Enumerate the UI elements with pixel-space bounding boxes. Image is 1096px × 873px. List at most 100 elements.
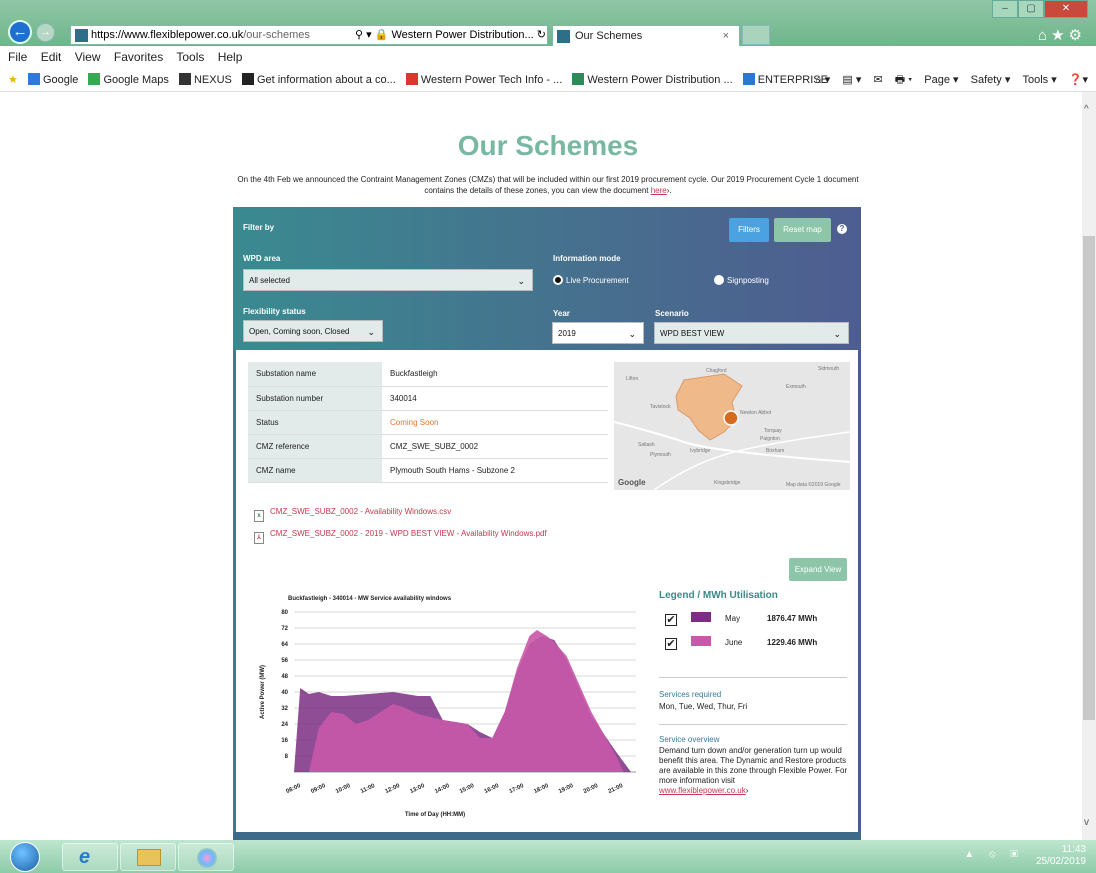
home-icon[interactable]: ⌂ ▾	[815, 74, 830, 86]
service-overview-label: Service overview	[659, 735, 720, 744]
menu-edit[interactable]: Edit	[41, 50, 62, 64]
legend-item-june: ✔ June 1229.46 MWh	[665, 636, 818, 650]
favorite-google-maps[interactable]: Google Maps	[88, 68, 169, 92]
page-scrollbar[interactable]: ^ v	[1082, 92, 1096, 840]
zone-map[interactable]: Lifton Chagford Sidmouth Exmouth Tavisto…	[614, 362, 850, 490]
map-label: Sidmouth	[818, 366, 840, 372]
tab-our-schemes[interactable]: Our Schemes ×	[552, 25, 740, 46]
clock[interactable]: 11:43 25/02/2019	[1036, 844, 1086, 868]
maximize-button[interactable]: ▢	[1018, 0, 1044, 18]
internet-explorer-icon: e	[79, 846, 91, 868]
mail-icon[interactable]: ✉	[873, 74, 882, 86]
home-favorites-settings-icons[interactable]: ⌂★⚙	[1038, 26, 1086, 44]
address-bar[interactable]: https://www.flexiblepower.co.uk/our-sche…	[70, 25, 548, 45]
page-title: Our Schemes	[457, 130, 639, 161]
feeds-icon[interactable]: ▤ ▾	[842, 74, 861, 86]
help-icon[interactable]: ?	[837, 224, 847, 234]
legend-swatch	[691, 636, 711, 646]
substation-details-table: Substation name Buckfastleigh Substation …	[248, 362, 608, 483]
csv-download-link[interactable]: x CMZ_SWE_SUBZ_0002 - Availability Window…	[254, 505, 451, 522]
filters-button[interactable]: Filters	[729, 218, 769, 242]
radio-signposting[interactable]: Signposting	[714, 275, 769, 287]
help-icon[interactable]: ❓▾	[1069, 74, 1088, 86]
start-button[interactable]	[10, 842, 40, 872]
security-label[interactable]: 🔒 Western Power Distribution...	[375, 29, 534, 41]
radio-live-procurement[interactable]: Live Procurement	[553, 275, 629, 287]
reset-map-button[interactable]: Reset map	[774, 218, 831, 242]
scheme-details-panel: Substation name Buckfastleigh Substation …	[233, 350, 861, 840]
explorer-taskbar-icon[interactable]	[120, 843, 176, 871]
menu-favorites[interactable]: Favorites	[114, 50, 163, 64]
search-icon[interactable]: ⚲ ▾	[355, 29, 372, 41]
chevron-down-icon: ⌄	[517, 276, 525, 286]
checkbox-june[interactable]: ✔	[665, 638, 677, 650]
window-controls: – ▢ ✕	[992, 0, 1088, 18]
y-tick-label: 40	[281, 690, 288, 696]
table-row: Substation name Buckfastleigh	[248, 362, 608, 387]
flexibility-status-label: Flexibility status	[243, 307, 306, 316]
y-tick-label: 64	[281, 642, 288, 648]
menu-bar: File Edit View Favorites Tools Help	[0, 46, 1096, 68]
legend-item-may: ✔ May 1876.47 MWh	[665, 612, 818, 626]
map-attribution: Map data ©2019 Google	[786, 482, 841, 488]
x-tick-label: 20:00	[583, 783, 600, 795]
safety-menu[interactable]: Safety ▾	[971, 74, 1011, 86]
scroll-up-icon[interactable]: ^	[1084, 104, 1089, 115]
print-icon[interactable]: 🖶 ▾	[895, 74, 913, 86]
map-pin-icon[interactable]	[723, 410, 739, 426]
year-select[interactable]: 2019 ⌄	[552, 322, 644, 344]
expand-view-button[interactable]: Expand View	[789, 558, 847, 581]
menu-file[interactable]: File	[8, 50, 27, 64]
filter-heading: Filter by	[243, 223, 275, 232]
favorite-google[interactable]: Google	[27, 68, 78, 92]
favorite-nexus[interactable]: NEXUS	[178, 68, 232, 92]
scrollbar-thumb[interactable]	[1083, 236, 1095, 720]
pdf-download-link[interactable]: ⅄ CMZ_SWE_SUBZ_0002 - 2019 - WPD BEST VIE…	[254, 527, 547, 544]
tab-close-icon[interactable]: ×	[723, 26, 729, 46]
menu-tools[interactable]: Tools	[176, 50, 204, 64]
favorite-wpd[interactable]: Western Power Distribution ...	[572, 68, 733, 92]
wpd-area-select[interactable]: All selected ⌄	[243, 269, 533, 291]
y-tick-label: 32	[281, 706, 288, 712]
maps-icon	[88, 73, 101, 85]
y-axis-label: Active Power (MW)	[260, 665, 266, 719]
favorites-star-icon[interactable]: ★	[8, 68, 18, 92]
refresh-icon[interactable]: ↻	[537, 29, 546, 41]
table-row: Status Coming Soon	[248, 410, 608, 435]
x-tick-label: 10:00	[335, 783, 352, 795]
close-window-button[interactable]: ✕	[1044, 0, 1088, 18]
chevron-down-icon: ⌄	[628, 329, 636, 339]
back-button[interactable]: ←	[8, 20, 32, 44]
favorites-bar: ★ Google Google Maps NEXUS Get informati…	[0, 68, 1096, 92]
favorite-get-information[interactable]: Get information about a co...	[241, 68, 396, 92]
y-tick-label: 80	[281, 610, 288, 616]
new-tab-button[interactable]	[742, 25, 770, 45]
flexibility-status-select[interactable]: Open, Coming soon, Closed ⌄	[243, 320, 383, 342]
tools-menu[interactable]: Tools ▾	[1022, 74, 1056, 86]
favorite-wp-tech-info[interactable]: Western Power Tech Info - ...	[405, 68, 562, 92]
paint-taskbar-icon[interactable]	[178, 843, 234, 871]
scroll-down-icon[interactable]: v	[1084, 817, 1089, 828]
x-tick-label: 18:00	[533, 783, 550, 795]
ie-taskbar-icon[interactable]: e	[62, 843, 118, 871]
x-tick-label: 21:00	[608, 783, 625, 795]
table-row: CMZ reference CMZ_SWE_SUBZ_0002	[248, 434, 608, 459]
page-menu[interactable]: Page ▾	[924, 74, 958, 86]
x-tick-label: 15:00	[459, 783, 476, 795]
minimize-button[interactable]: –	[992, 0, 1018, 18]
scenario-select[interactable]: WPD BEST VIEW ⌄	[654, 322, 849, 344]
menu-view[interactable]: View	[75, 50, 101, 64]
x-tick-label: 17:00	[508, 783, 525, 795]
address-controls[interactable]: ⚲ ▾ 🔒 Western Power Distribution... ↻	[355, 26, 546, 44]
x-tick-label: 16:00	[484, 783, 501, 795]
page-viewport: Our Schemes On the 4th Feb we announced …	[0, 92, 1082, 840]
menu-help[interactable]: Help	[218, 50, 243, 64]
forward-button[interactable]: →	[36, 23, 55, 42]
system-tray-icons[interactable]: ▲ ⦸ ▣	[964, 849, 1024, 860]
information-mode-label: Information mode	[553, 254, 621, 263]
intro-here-link[interactable]: here	[651, 186, 667, 195]
checkbox-may[interactable]: ✔	[665, 614, 677, 626]
map-label: Brixham	[766, 448, 785, 454]
flexiblepower-link[interactable]: www.flexiblepower.co.uk	[659, 786, 746, 795]
pdf-file-icon: ⅄	[254, 532, 264, 544]
